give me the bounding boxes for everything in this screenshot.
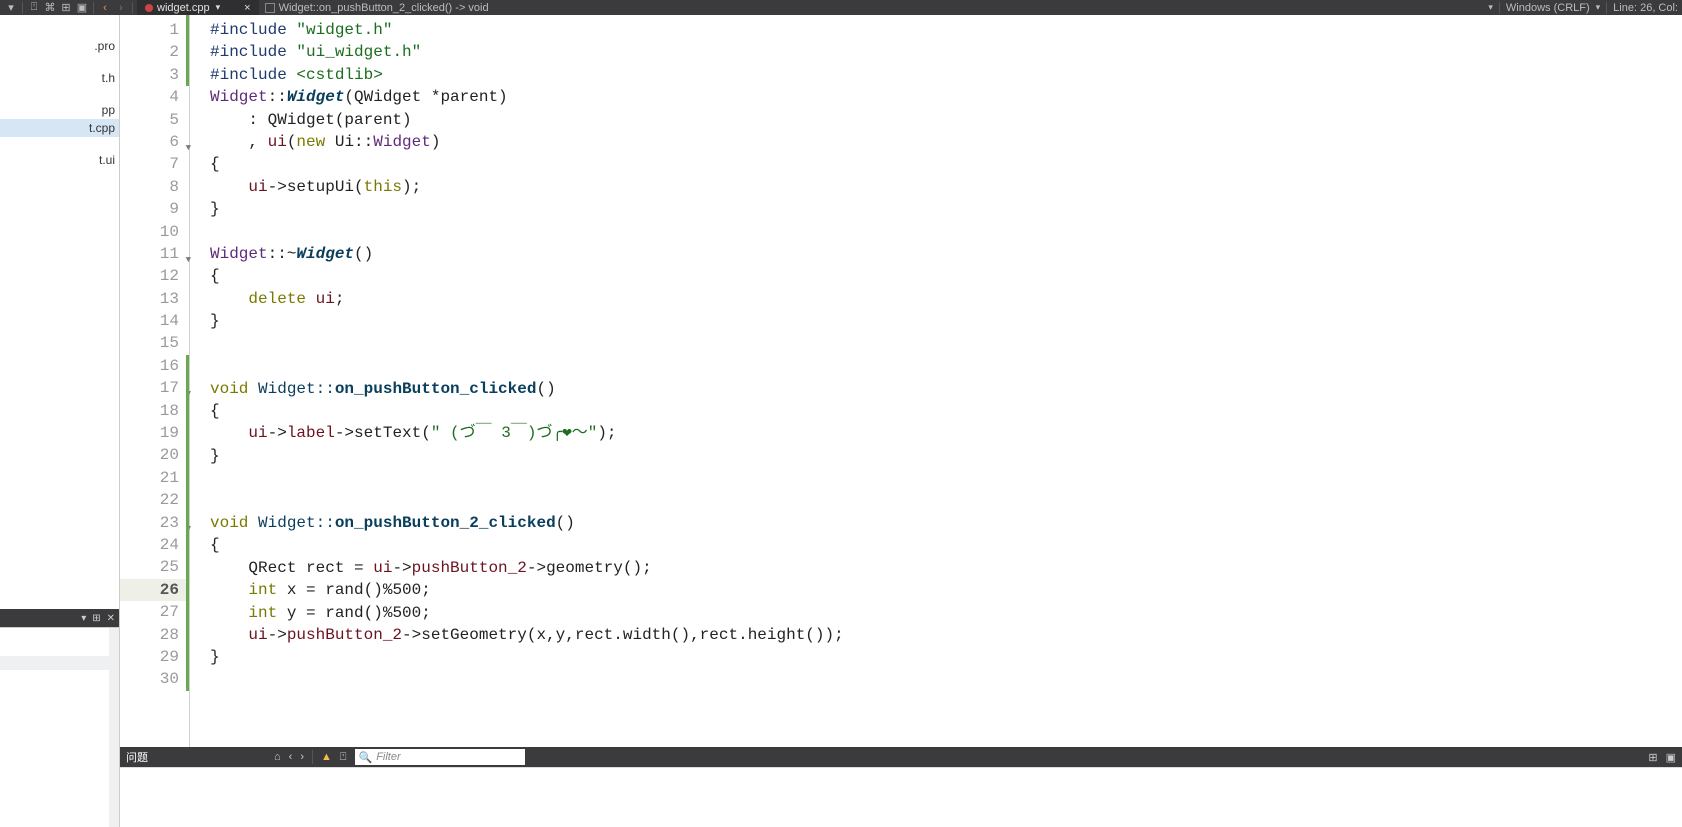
symbol-breadcrumb[interactable]: Widget::on_pushButton_2_clicked() -> voi… — [265, 2, 489, 14]
line-ending-label[interactable]: Windows (CRLF) — [1506, 2, 1590, 14]
tree-item-pro[interactable]: .pro — [0, 37, 119, 55]
cpp-file-icon — [145, 4, 153, 12]
nav-prev-issue-icon[interactable]: ‹ — [289, 751, 293, 763]
file-tab-label: widget.cpp — [157, 2, 210, 14]
tree-item-cpp-a[interactable]: pp — [0, 101, 119, 119]
filter-input[interactable]: 🔍 Filter — [355, 749, 525, 765]
editor-top-toolbar: ▾ ⍞ ⌘ ⊞ ▣ ‹ › widget.cpp ▾ × Widget::on_… — [0, 0, 1682, 15]
file-tab-close-button[interactable]: × — [244, 2, 250, 14]
enc-dropdown-left-icon[interactable]: ▾ — [1488, 2, 1493, 13]
issues-panel-body — [120, 767, 1682, 827]
open-documents-panel[interactable] — [0, 627, 119, 827]
cursor-position-label: Line: 26, Col: — [1613, 2, 1678, 14]
filter-placeholder: Filter — [376, 751, 400, 763]
build-icon[interactable]: ⌂ — [274, 751, 281, 763]
expand-icon[interactable]: ⊞ — [1648, 751, 1657, 764]
issues-label[interactable]: 问题 — [126, 749, 148, 765]
breadcrumb-text: Widget::on_pushButton_2_clicked() -> voi… — [279, 2, 489, 14]
nav-forward-button[interactable]: › — [114, 2, 128, 14]
tree-item-header[interactable]: t.h — [0, 69, 119, 87]
filter-icon[interactable]: ⍞ — [27, 1, 41, 14]
code-content[interactable]: #include "widget.h" #include "ui_widget.… — [190, 15, 1682, 747]
filter-issues-icon[interactable]: ⍞ — [340, 751, 347, 764]
project-sidebar: .pro t.h pp t.cpp t.ui ▾ ⊞ ✕ — [0, 15, 120, 827]
open-docs-scrollbar[interactable] — [109, 628, 119, 827]
toolbar-button-a[interactable]: ▾ — [4, 1, 18, 14]
tree-item-cpp-b[interactable]: t.cpp — [0, 119, 119, 137]
nav-back-button[interactable]: ‹ — [98, 2, 112, 14]
split-icon[interactable]: ⊞ — [59, 1, 73, 14]
open-doc-row-selected[interactable] — [0, 656, 119, 670]
close-panel-icon[interactable]: ▣ — [1666, 751, 1676, 764]
file-tab-dropdown[interactable]: ▾ — [216, 2, 221, 13]
layout-icon[interactable]: ▣ — [75, 1, 89, 14]
line-number-gutter[interactable]: 123456▼7891011▼121314151617▼181920212223… — [120, 15, 190, 747]
file-tab-active[interactable]: widget.cpp ▾ × — [137, 0, 259, 15]
open-docs-split-icon[interactable]: ⊞ — [92, 613, 100, 624]
nav-next-issue-icon[interactable]: › — [300, 751, 304, 763]
tree-item-ui[interactable]: t.ui — [0, 151, 119, 169]
link-icon[interactable]: ⌘ — [43, 1, 57, 14]
open-docs-close-icon[interactable]: ✕ — [107, 613, 115, 624]
lock-icon — [265, 3, 275, 13]
issues-toolbar: 问题 ⌂ ‹ › ▲ ⍞ 🔍 Filter ⊞ ▣ — [120, 747, 1682, 767]
enc-dropdown-icon[interactable]: ▾ — [1596, 2, 1601, 13]
open-docs-dropdown-icon[interactable]: ▾ — [81, 613, 86, 624]
warning-icon[interactable]: ▲ — [321, 751, 332, 763]
search-icon: 🔍 — [359, 751, 373, 764]
open-documents-header: ▾ ⊞ ✕ — [0, 609, 119, 627]
code-editor[interactable]: 123456▼7891011▼121314151617▼181920212223… — [120, 15, 1682, 827]
project-tree[interactable]: .pro t.h pp t.cpp t.ui — [0, 15, 119, 609]
